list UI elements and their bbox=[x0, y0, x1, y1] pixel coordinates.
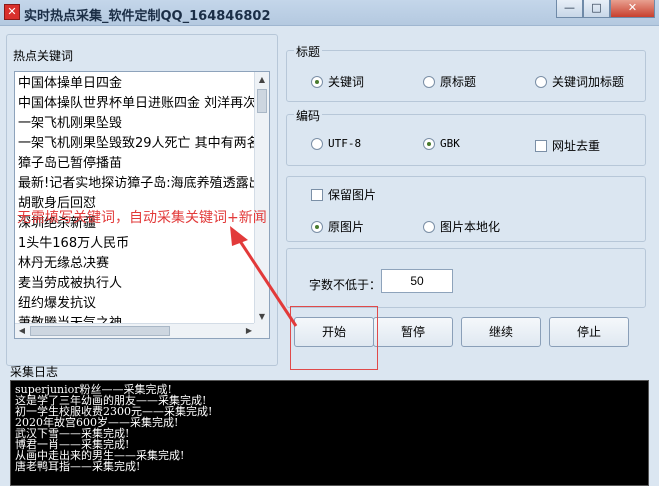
keywords-panel: 热点关键词 中国体操单日四金 中国体操队世界杯单日进账四金 刘洋再次夺冠 一架飞… bbox=[6, 34, 278, 366]
scroll-corner bbox=[254, 323, 269, 338]
radio-title-original[interactable]: 原标题 bbox=[423, 73, 476, 90]
encoding-group: 编码 UTF-8 GBK 网址去重 bbox=[286, 107, 646, 166]
scroll-up-icon[interactable]: ▲ bbox=[255, 72, 269, 87]
radio-selected-icon bbox=[311, 75, 323, 88]
radio-encoding-utf8[interactable]: UTF-8 bbox=[311, 137, 361, 150]
radio-title-keyword[interactable]: 关键词 bbox=[311, 73, 364, 90]
log-label: 采集日志 bbox=[10, 365, 59, 379]
list-item[interactable]: 1头牛168万人民币 bbox=[18, 234, 254, 254]
keywords-label: 热点关键词 bbox=[13, 49, 74, 63]
scroll-thumb-horizontal[interactable] bbox=[30, 326, 170, 336]
close-button[interactable]: ✕ bbox=[610, 0, 655, 18]
list-item[interactable]: 纽约爆发抗议 bbox=[18, 294, 254, 314]
list-item[interactable]: 最新!记者实地探访獐子岛:海底养殖透露出什么 bbox=[18, 174, 254, 194]
horizontal-scrollbar[interactable]: ◀ ▶ bbox=[15, 323, 256, 338]
list-item[interactable]: 一架飞机刚果坠毁致29人死亡 其中有两名外籍 bbox=[18, 134, 254, 154]
radio-icon bbox=[423, 75, 435, 88]
image-group: 保留图片 原图片 图片本地化 bbox=[286, 176, 646, 242]
checkbox-icon bbox=[535, 139, 547, 152]
maximize-button[interactable]: □ bbox=[583, 0, 610, 18]
encoding-group-label: 编码 bbox=[294, 107, 323, 124]
checkbox-keep-images[interactable]: 保留图片 bbox=[311, 186, 376, 203]
scroll-left-icon[interactable]: ◀ bbox=[15, 324, 29, 338]
main-window: 热点关键词 中国体操单日四金 中国体操队世界杯单日进账四金 刘洋再次夺冠 一架飞… bbox=[0, 26, 659, 486]
stop-button[interactable]: 停止 bbox=[549, 317, 629, 347]
keywords-list[interactable]: 中国体操单日四金 中国体操队世界杯单日进账四金 刘洋再次夺冠 一架飞机刚果坠毁 … bbox=[14, 71, 270, 339]
list-item[interactable]: 中国体操队世界杯单日进账四金 刘洋再次夺冠 bbox=[18, 94, 254, 114]
radio-icon bbox=[311, 137, 323, 150]
checkbox-url-dedupe[interactable]: 网址去重 bbox=[535, 137, 600, 154]
list-item[interactable]: 一架飞机刚果坠毁 bbox=[18, 114, 254, 134]
radio-encoding-gbk[interactable]: GBK bbox=[423, 137, 460, 150]
vertical-scrollbar[interactable]: ▲ ▼ bbox=[254, 72, 269, 324]
window-controls: — □ ✕ bbox=[556, 0, 655, 18]
pause-button[interactable]: 暂停 bbox=[373, 317, 453, 347]
min-words-input[interactable]: 50 bbox=[381, 269, 453, 293]
min-words-group: 字数不低于： 50 bbox=[286, 248, 646, 308]
radio-icon bbox=[423, 220, 435, 233]
list-item[interactable]: 麦当劳成被执行人 bbox=[18, 274, 254, 294]
log-console[interactable]: superjunior粉丝——采集完成! 这是学了三年幼画的朋友——采集完成! … bbox=[10, 380, 649, 486]
window-title: 实时热点采集_软件定制QQ_164846802 bbox=[24, 9, 271, 24]
min-words-label: 字数不低于： bbox=[309, 278, 382, 292]
log-line: 唐老鸭耳指——采集完成! bbox=[15, 460, 141, 473]
scroll-thumb[interactable] bbox=[257, 89, 267, 113]
title-group: 标题 关键词 原标题 关键词加标题 bbox=[286, 43, 646, 102]
title-group-label: 标题 bbox=[294, 43, 323, 60]
radio-selected-icon bbox=[423, 137, 435, 150]
radio-image-localize[interactable]: 图片本地化 bbox=[423, 218, 500, 235]
annotation-box bbox=[290, 306, 378, 370]
checkbox-icon bbox=[311, 188, 323, 201]
list-item[interactable]: 獐子岛已暂停播苗 bbox=[18, 154, 254, 174]
app-icon: ✕ bbox=[4, 4, 20, 20]
title-bar: ✕ 实时热点采集_软件定制QQ_164846802 — □ ✕ bbox=[0, 0, 659, 26]
scroll-down-icon[interactable]: ▼ bbox=[255, 309, 269, 324]
resume-button[interactable]: 继续 bbox=[461, 317, 541, 347]
radio-icon bbox=[535, 75, 547, 88]
minimize-button[interactable]: — bbox=[556, 0, 583, 18]
list-item[interactable]: 林丹无缘总决赛 bbox=[18, 254, 254, 274]
radio-selected-icon bbox=[311, 220, 323, 233]
annotation-hint: 无需填写关键词，自动采集关键词+新闻 bbox=[17, 210, 267, 226]
radio-title-keyword-plus-title[interactable]: 关键词加标题 bbox=[535, 73, 624, 90]
radio-image-original[interactable]: 原图片 bbox=[311, 218, 364, 235]
list-item[interactable]: 中国体操单日四金 bbox=[18, 74, 254, 94]
